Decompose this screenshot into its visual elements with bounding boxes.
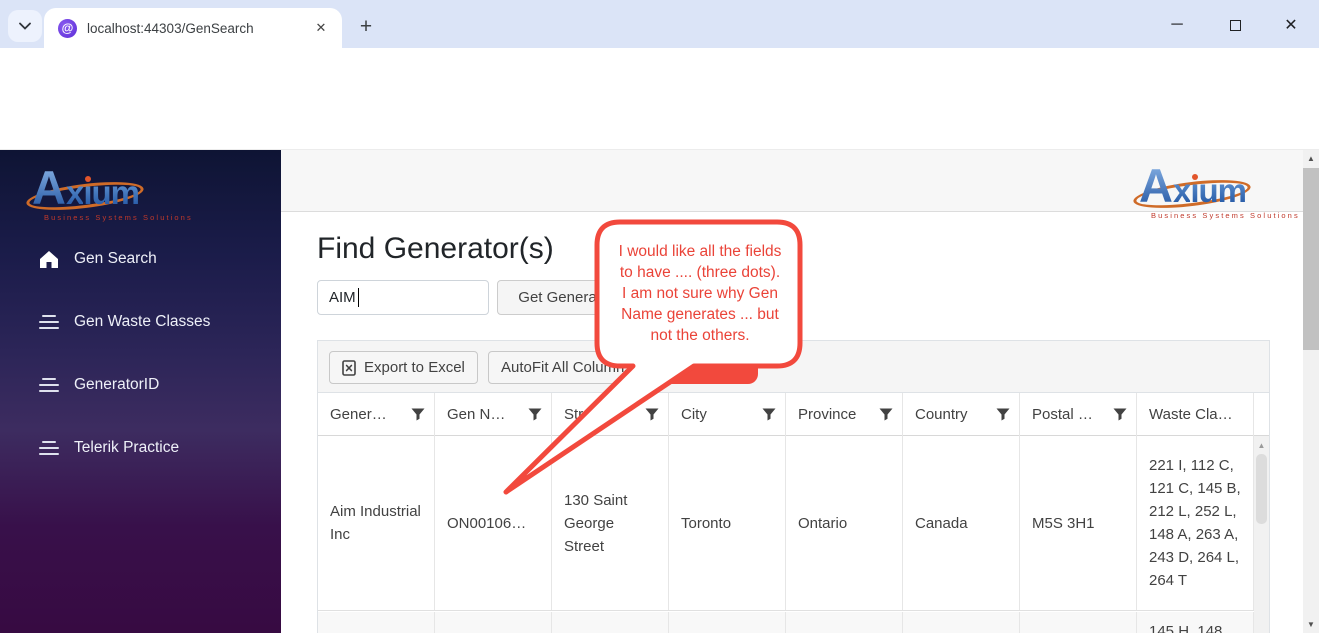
blazor-favicon-icon: @ (58, 18, 77, 38)
tab-close-icon[interactable]: ✕ (312, 19, 330, 37)
cell-street: 130 Saint George Street (552, 436, 669, 610)
grid-scrollbar-thumb[interactable] (1256, 454, 1267, 524)
filter-icon[interactable] (762, 408, 776, 421)
cell-waste-classes: 221 I, 112 C, 121 C, 145 B, 212 L, 252 L… (1137, 436, 1254, 610)
filter-icon[interactable] (411, 408, 425, 421)
list-icon (38, 311, 60, 333)
table-row[interactable]: Aim Industrial Inc ON00106… 130 Saint Ge… (318, 436, 1254, 611)
sidebar-item-generatorid[interactable]: GeneratorID (0, 368, 281, 402)
filter-icon[interactable] (879, 408, 893, 421)
column-header-country[interactable]: Country (903, 393, 1020, 436)
filter-icon[interactable] (1113, 408, 1127, 421)
sidebar-item-label: Gen Search (74, 250, 157, 267)
cell-gen-name: ON00106… (435, 436, 552, 610)
generators-grid: Export to Excel AutoFit All Columns Gene… (317, 340, 1270, 633)
column-header-street[interactable]: Str… (552, 393, 669, 436)
cell-waste-classes: 145 H, 148 (1137, 612, 1254, 633)
chevron-down-icon (19, 22, 31, 30)
column-header-postal[interactable]: Postal … (1020, 393, 1137, 436)
logo-tagline: Business Systems Solutions (44, 213, 193, 222)
export-to-excel-button[interactable]: Export to Excel (329, 351, 478, 384)
sidebar-item-gen-waste-classes[interactable]: Gen Waste Classes (0, 305, 281, 339)
search-input[interactable] (317, 280, 489, 315)
app-viewport: Axıum Business Systems Solutions Gen Sea… (0, 150, 1319, 633)
sidebar-item-label: Gen Waste Classes (74, 313, 211, 330)
window-minimize-button[interactable]: ─ (1160, 14, 1194, 36)
window-maximize-button[interactable] (1218, 14, 1252, 36)
sidebar-item-gen-search[interactable]: Gen Search (0, 242, 281, 276)
cell-province: Ontario (786, 436, 903, 610)
home-icon (38, 248, 60, 270)
filter-icon[interactable] (528, 408, 542, 421)
cell-generator-name: Aim Industrial Inc (318, 436, 435, 610)
sidebar-item-label: GeneratorID (74, 376, 160, 393)
list-icon (38, 437, 60, 459)
column-header-generator-name[interactable]: Gener… (318, 393, 435, 436)
maximize-icon (1229, 19, 1241, 31)
new-tab-button[interactable]: + (352, 13, 380, 41)
callout-note: I would like all the fields to have ....… (618, 243, 782, 344)
page-title: Find Generator(s) (317, 232, 554, 265)
page-scrollbar[interactable]: ▲ ▼ (1303, 150, 1319, 633)
sidebar-item-label: Telerik Practice (74, 439, 180, 456)
table-row[interactable]: 145 H, 148 (318, 612, 1254, 633)
text-caret (358, 288, 359, 307)
filter-icon[interactable] (996, 408, 1010, 421)
header-axium-logo: Axıum Business Systems Solutions (1131, 158, 1300, 220)
browser-tab[interactable]: @ localhost:44303/GenSearch ✕ (44, 8, 342, 48)
page-scrollbar-thumb[interactable] (1303, 168, 1319, 350)
cell-city: Toronto (669, 436, 786, 610)
column-header-waste-classes[interactable]: Waste Cla… (1137, 393, 1254, 436)
logo-letter-a: A (1139, 159, 1173, 212)
autofit-all-columns-button[interactable]: AutoFit All Columns (488, 351, 645, 384)
bookmarks-bar (0, 107, 1319, 150)
window-close-button[interactable]: ✕ (1274, 14, 1308, 36)
filter-icon[interactable] (645, 408, 659, 421)
cell-country: Canada (903, 436, 1020, 610)
excel-file-icon (342, 359, 356, 376)
column-header-province[interactable]: Province (786, 393, 903, 436)
tab-title: localhost:44303/GenSearch (87, 20, 254, 36)
scroll-up-icon[interactable]: ▲ (1303, 151, 1319, 166)
column-header-gen-name[interactable]: Gen N… (435, 393, 552, 436)
browser-window: @ localhost:44303/GenSearch ✕ + ─ ✕ ← → … (0, 0, 1319, 633)
scroll-up-icon[interactable]: ▲ (1254, 438, 1269, 452)
logo-tagline: Business Systems Solutions (1151, 211, 1300, 220)
sidebar-axium-logo: Axıum Business Systems Solutions (24, 160, 193, 222)
column-header-city[interactable]: City (669, 393, 786, 436)
tab-strip: @ localhost:44303/GenSearch ✕ + ─ ✕ (0, 0, 1319, 48)
tab-search-button[interactable] (8, 10, 42, 42)
logo-letter-a: A (32, 161, 66, 214)
grid-scrollbar[interactable]: ▲ (1254, 436, 1269, 633)
grid-toolbar: Export to Excel AutoFit All Columns (318, 341, 1269, 393)
sidebar-item-telerik-practice[interactable]: Telerik Practice (0, 431, 281, 465)
main-header: Axıum Business Systems Solutions (281, 150, 1303, 220)
list-icon (38, 374, 60, 396)
browser-toolbar: ← → localhost:44303/GenSearch ☆ ⋮ (0, 48, 1319, 144)
sidebar: Axıum Business Systems Solutions Gen Sea… (0, 150, 281, 633)
grid-header-row: Gener… Gen N… Str… City Province Country… (318, 393, 1269, 436)
cell-postal: M5S 3H1 (1020, 436, 1137, 610)
scroll-down-icon[interactable]: ▼ (1303, 617, 1319, 632)
